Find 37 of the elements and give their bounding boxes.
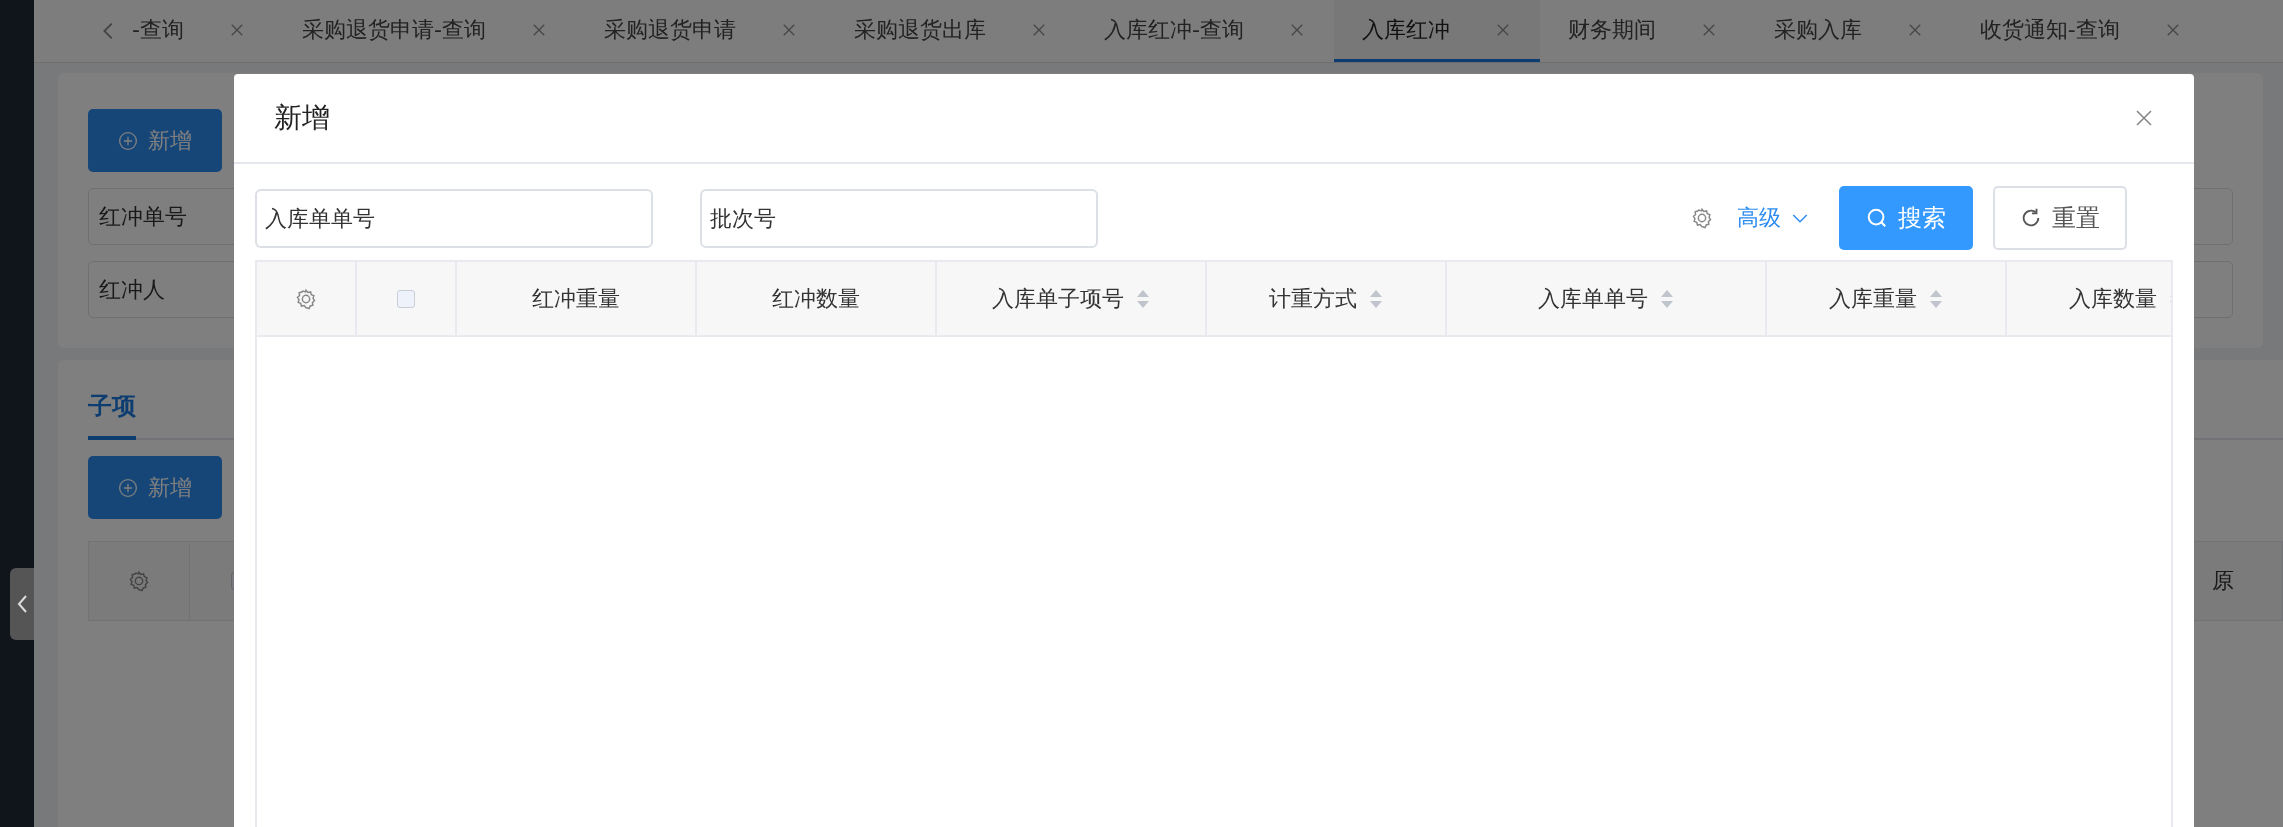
page-tab[interactable]: 采购退货出库 <box>825 0 1076 62</box>
page-tab[interactable]: 采购入库 <box>1745 0 1952 62</box>
dialog-title: 新增 <box>274 100 330 136</box>
checkbox[interactable] <box>397 289 415 308</box>
settings-icon[interactable] <box>128 570 150 592</box>
page-tab[interactable]: 入库红冲-查询 <box>1075 0 1334 62</box>
page-tab[interactable]: 采购退货申请 <box>575 0 826 62</box>
column-header: 红冲数量 <box>697 262 937 335</box>
column-header: 计重方式 <box>1207 262 1447 335</box>
add-button[interactable]: 新增 <box>88 456 222 519</box>
column-header: 入库重量 <box>1767 262 2007 335</box>
sort-icon[interactable] <box>1136 288 1150 309</box>
sort-icon[interactable] <box>1369 288 1383 309</box>
page-tab[interactable]: 入库红冲 <box>1333 0 1540 62</box>
settings-icon[interactable] <box>1691 207 1713 229</box>
collapse-handle[interactable] <box>10 568 34 640</box>
advanced-toggle[interactable]: 高级 <box>1731 202 1815 234</box>
input-field[interactable]: 入库单单号 <box>255 188 653 248</box>
sort-icon[interactable] <box>1660 288 1674 309</box>
page-tab[interactable]: 收货通知-查询 <box>1951 0 2210 62</box>
input-field[interactable]: 批次号 <box>700 188 1098 248</box>
page-tab[interactable]: -查询 <box>132 0 274 62</box>
column-header: 入库单单号 <box>1447 262 1767 335</box>
column-header: 入库单子项号 <box>937 262 1207 335</box>
search-button[interactable]: 搜索 <box>1839 186 1973 250</box>
add-circle-icon <box>118 130 138 151</box>
settings-icon[interactable] <box>295 287 317 310</box>
add-circle-icon <box>118 477 138 498</box>
search-icon <box>1866 207 1888 229</box>
sort-icon[interactable] <box>1929 288 1943 309</box>
section-tab[interactable]: 子项 <box>88 384 136 440</box>
column-header: 入库数量 <box>2007 262 2171 335</box>
reset-button[interactable]: 重置 <box>1993 186 2127 250</box>
column-header: 红冲重量 <box>457 262 697 335</box>
page-tab[interactable]: 采购退货申请-查询 <box>273 0 576 62</box>
refresh-icon <box>2020 207 2042 229</box>
add-button[interactable]: 新增 <box>88 109 222 172</box>
